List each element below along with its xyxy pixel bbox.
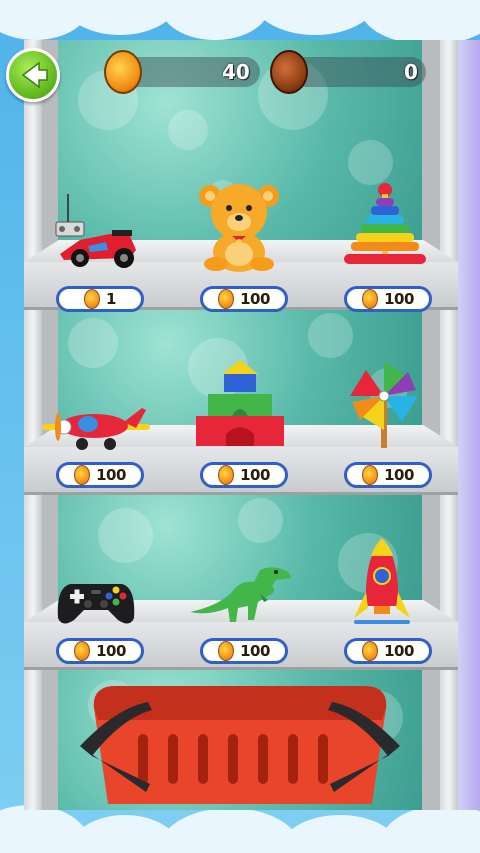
price-amount: 100 [240,290,270,308]
cabinet-right-post [440,40,458,810]
gold-coin-icon [104,50,142,94]
rocket-icon[interactable] [352,536,412,633]
coin-icon [74,465,91,485]
shopping-basket-icon[interactable] [76,680,404,815]
back-button[interactable] [6,48,60,102]
coin-icon [362,641,379,661]
price-amount: 1 [106,290,116,308]
back-arrow-icon [21,61,48,89]
price-amount: 100 [96,642,126,660]
price-amount: 100 [384,290,414,308]
dinosaur-icon[interactable] [188,562,294,633]
price-tag-teddy-bear[interactable]: 100 [200,286,288,312]
price-amount: 100 [384,466,414,484]
coin-icon [74,641,91,661]
price-tag-rocket[interactable]: 100 [344,638,432,664]
gold-coin-count: 40 [222,60,250,84]
bronze-coin-icon [270,50,308,94]
side-wall [458,40,480,810]
coin-icon [84,289,101,309]
price-amount: 100 [240,642,270,660]
price-tag-airplane[interactable]: 100 [56,462,144,488]
teddy-bear-icon[interactable] [196,180,282,277]
ring-stacker-icon[interactable] [340,182,430,277]
airplane-icon[interactable] [36,402,156,457]
price-tag-pinwheel[interactable]: 100 [344,462,432,488]
coin-icon [218,289,235,309]
coin-icon [218,641,235,661]
price-amount: 100 [240,466,270,484]
price-amount: 100 [384,642,414,660]
gamepad-icon[interactable] [56,578,136,633]
price-tag-blocks[interactable]: 100 [200,462,288,488]
price-tag-dinosaur[interactable]: 100 [200,638,288,664]
rc-car-icon[interactable] [50,192,140,277]
price-tag-rc-car[interactable]: 1 [56,286,144,312]
price-tag-ring-stacker[interactable]: 100 [344,286,432,312]
price-amount: 100 [96,466,126,484]
coin-icon [362,289,379,309]
pinwheel-icon[interactable] [338,360,430,455]
bronze-coin-count: 0 [404,60,418,84]
blocks-icon[interactable] [194,358,286,455]
coin-icon [362,465,379,485]
coin-icon [218,465,235,485]
price-tag-gamepad[interactable]: 100 [56,638,144,664]
